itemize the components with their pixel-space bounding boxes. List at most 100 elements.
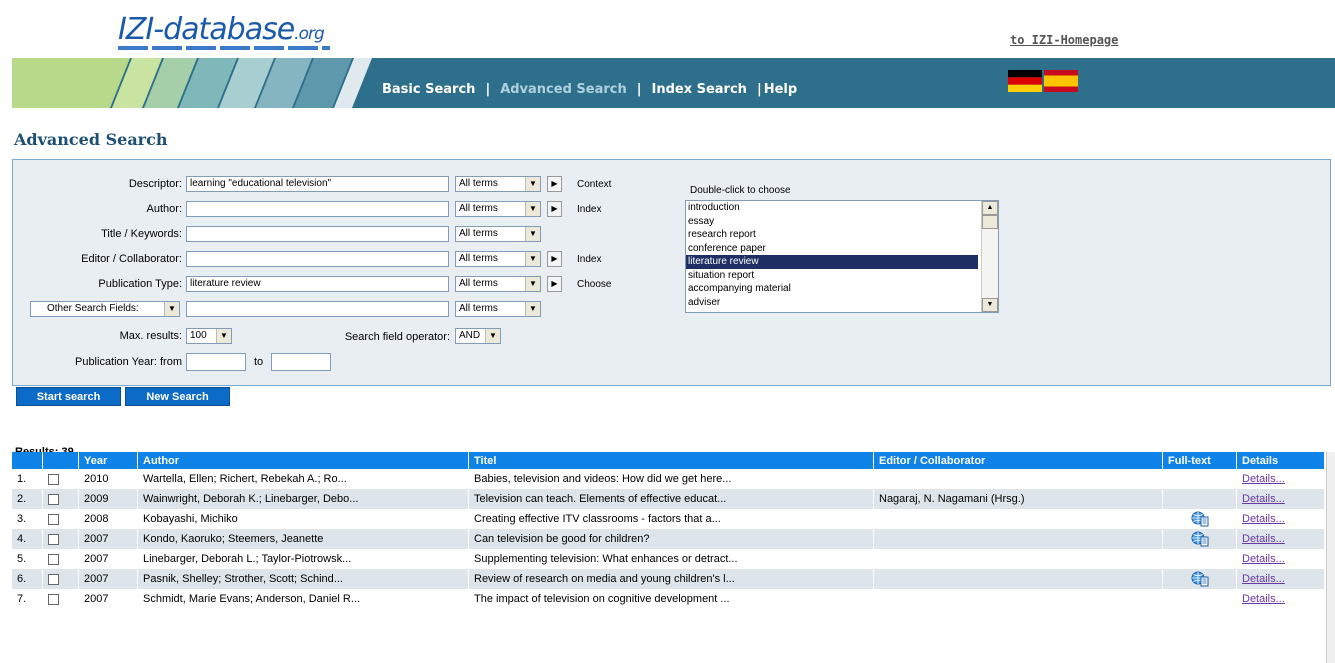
- row-checkbox[interactable]: [48, 553, 59, 565]
- row-title: Television can teach. Elements of effect…: [468, 489, 874, 509]
- pubtype-terms-select[interactable]: All terms ▼: [455, 276, 541, 292]
- max-results-select[interactable]: 100 ▼: [186, 328, 232, 344]
- author-terms-select[interactable]: All terms ▼: [455, 201, 541, 217]
- publication-type-listbox[interactable]: introduction essay research report confe…: [685, 200, 999, 313]
- author-index-link[interactable]: Index: [577, 204, 601, 215]
- details-link[interactable]: Details...: [1242, 513, 1285, 525]
- editor-index-link[interactable]: Index: [577, 254, 601, 265]
- descriptor-terms-select[interactable]: All terms ▼: [455, 176, 541, 192]
- details-link[interactable]: Details...: [1242, 573, 1285, 585]
- row-number: 4.: [12, 529, 43, 549]
- year-from-label: Publication Year: from: [74, 356, 182, 368]
- row-checkbox[interactable]: [48, 573, 59, 585]
- row-checkbox[interactable]: [48, 513, 59, 525]
- header-year[interactable]: Year: [78, 452, 138, 469]
- header-editor[interactable]: Editor / Collaborator: [873, 452, 1163, 469]
- editor-input[interactable]: [186, 251, 449, 267]
- row-select-cell: [42, 569, 79, 589]
- fulltext-globe-icon[interactable]: [1191, 571, 1209, 587]
- row-number: 6.: [12, 569, 43, 589]
- pubtype-input[interactable]: literature review: [186, 276, 449, 292]
- other-terms-select[interactable]: All terms ▼: [455, 301, 541, 317]
- nav-help[interactable]: Help: [764, 82, 797, 97]
- start-search-button[interactable]: Start search: [16, 387, 121, 406]
- list-item[interactable]: introduction: [686, 201, 978, 215]
- row-fulltext: [1162, 549, 1237, 569]
- site-logo[interactable]: IZI-database.org: [118, 12, 325, 47]
- row-author: Linebarger, Deborah L.; Taylor-Piotrowsk…: [137, 549, 469, 569]
- row-checkbox[interactable]: [48, 593, 59, 605]
- row-year: 2007: [78, 529, 138, 549]
- choose-link[interactable]: Choose: [577, 279, 611, 290]
- header-author[interactable]: Author: [137, 452, 469, 469]
- row-checkbox[interactable]: [48, 533, 59, 545]
- nav-index-search[interactable]: Index Search: [651, 82, 746, 97]
- list-item[interactable]: accompanying material: [686, 282, 978, 296]
- editor-terms-select[interactable]: All terms ▼: [455, 251, 541, 267]
- chevron-down-icon: ▼: [485, 329, 500, 343]
- new-search-button[interactable]: New Search: [125, 387, 230, 406]
- row-number: 2.: [12, 489, 43, 509]
- home-link[interactable]: to IZI-Homepage: [1010, 33, 1118, 47]
- list-item[interactable]: research report: [686, 228, 978, 242]
- logo-text: IZI-database: [118, 12, 295, 47]
- scroll-thumb[interactable]: [982, 215, 998, 229]
- fulltext-globe-icon[interactable]: [1191, 531, 1209, 547]
- header-details[interactable]: Details: [1236, 452, 1325, 469]
- header-fulltext[interactable]: Full-text: [1162, 452, 1237, 469]
- row-details-cell: Details...: [1236, 529, 1325, 549]
- details-link[interactable]: Details...: [1242, 493, 1285, 505]
- author-input[interactable]: [186, 201, 449, 217]
- scroll-up-icon[interactable]: ▲: [982, 201, 998, 215]
- logo-underline: [118, 46, 330, 50]
- row-checkbox[interactable]: [48, 473, 59, 485]
- row-fulltext: [1162, 589, 1237, 609]
- table-row: 2. 2009 Wainwright, Deborah K.; Linebarger…: [12, 489, 1325, 509]
- row-fulltext: [1162, 489, 1237, 509]
- other-search-fields-select[interactable]: Other Search Fields: ▼: [30, 301, 180, 317]
- year-to-input[interactable]: [271, 353, 331, 371]
- context-arrow-button[interactable]: ▶: [547, 176, 562, 192]
- descriptor-input[interactable]: learning "educational television": [186, 176, 449, 192]
- list-item[interactable]: adviser: [686, 296, 978, 310]
- fulltext-globe-icon[interactable]: [1191, 511, 1209, 527]
- page-scrollbar[interactable]: [1326, 452, 1335, 663]
- listbox-scrollbar[interactable]: ▲ ▼: [981, 201, 998, 312]
- title-keywords-input[interactable]: [186, 226, 449, 242]
- row-title: Babies, television and videos: How did w…: [468, 469, 874, 489]
- choose-arrow-button[interactable]: ▶: [547, 276, 562, 292]
- editor-label: Editor / Collaborator:: [81, 253, 182, 265]
- row-year: 2009: [78, 489, 138, 509]
- author-index-arrow-button[interactable]: ▶: [547, 201, 562, 217]
- nav-basic-search[interactable]: Basic Search: [382, 82, 475, 97]
- list-item[interactable]: conference paper: [686, 242, 978, 256]
- row-number: 5.: [12, 549, 43, 569]
- german-flag-icon[interactable]: [1008, 70, 1042, 92]
- spanish-flag-icon[interactable]: [1044, 70, 1078, 92]
- header-title[interactable]: Titel: [468, 452, 874, 469]
- details-link[interactable]: Details...: [1242, 593, 1285, 605]
- select-value: All terms: [459, 203, 498, 214]
- scroll-down-icon[interactable]: ▼: [982, 298, 998, 312]
- editor-index-arrow-button[interactable]: ▶: [547, 251, 562, 267]
- pubtype-label: Publication Type:: [98, 278, 182, 290]
- list-item[interactable]: essay: [686, 215, 978, 229]
- details-link[interactable]: Details...: [1242, 473, 1285, 485]
- list-item[interactable]: situation report: [686, 269, 978, 283]
- other-field-input[interactable]: [186, 301, 449, 317]
- title-terms-select[interactable]: All terms ▼: [455, 226, 541, 242]
- year-from-input[interactable]: [186, 353, 246, 371]
- details-link[interactable]: Details...: [1242, 533, 1285, 545]
- context-link[interactable]: Context: [577, 179, 611, 190]
- select-value: AND: [459, 330, 481, 341]
- row-fulltext: [1162, 469, 1237, 489]
- chevron-down-icon: ▼: [525, 202, 540, 216]
- row-title: Review of research on media and young ch…: [468, 569, 874, 589]
- row-checkbox[interactable]: [48, 493, 59, 505]
- operator-select[interactable]: AND ▼: [455, 328, 501, 344]
- row-year: 2010: [78, 469, 138, 489]
- details-link[interactable]: Details...: [1242, 553, 1285, 565]
- list-item-selected[interactable]: literature review: [686, 255, 978, 269]
- row-title: Creating effective ITV classrooms - fact…: [468, 509, 874, 529]
- nav-advanced-search[interactable]: Advanced Search: [500, 82, 627, 97]
